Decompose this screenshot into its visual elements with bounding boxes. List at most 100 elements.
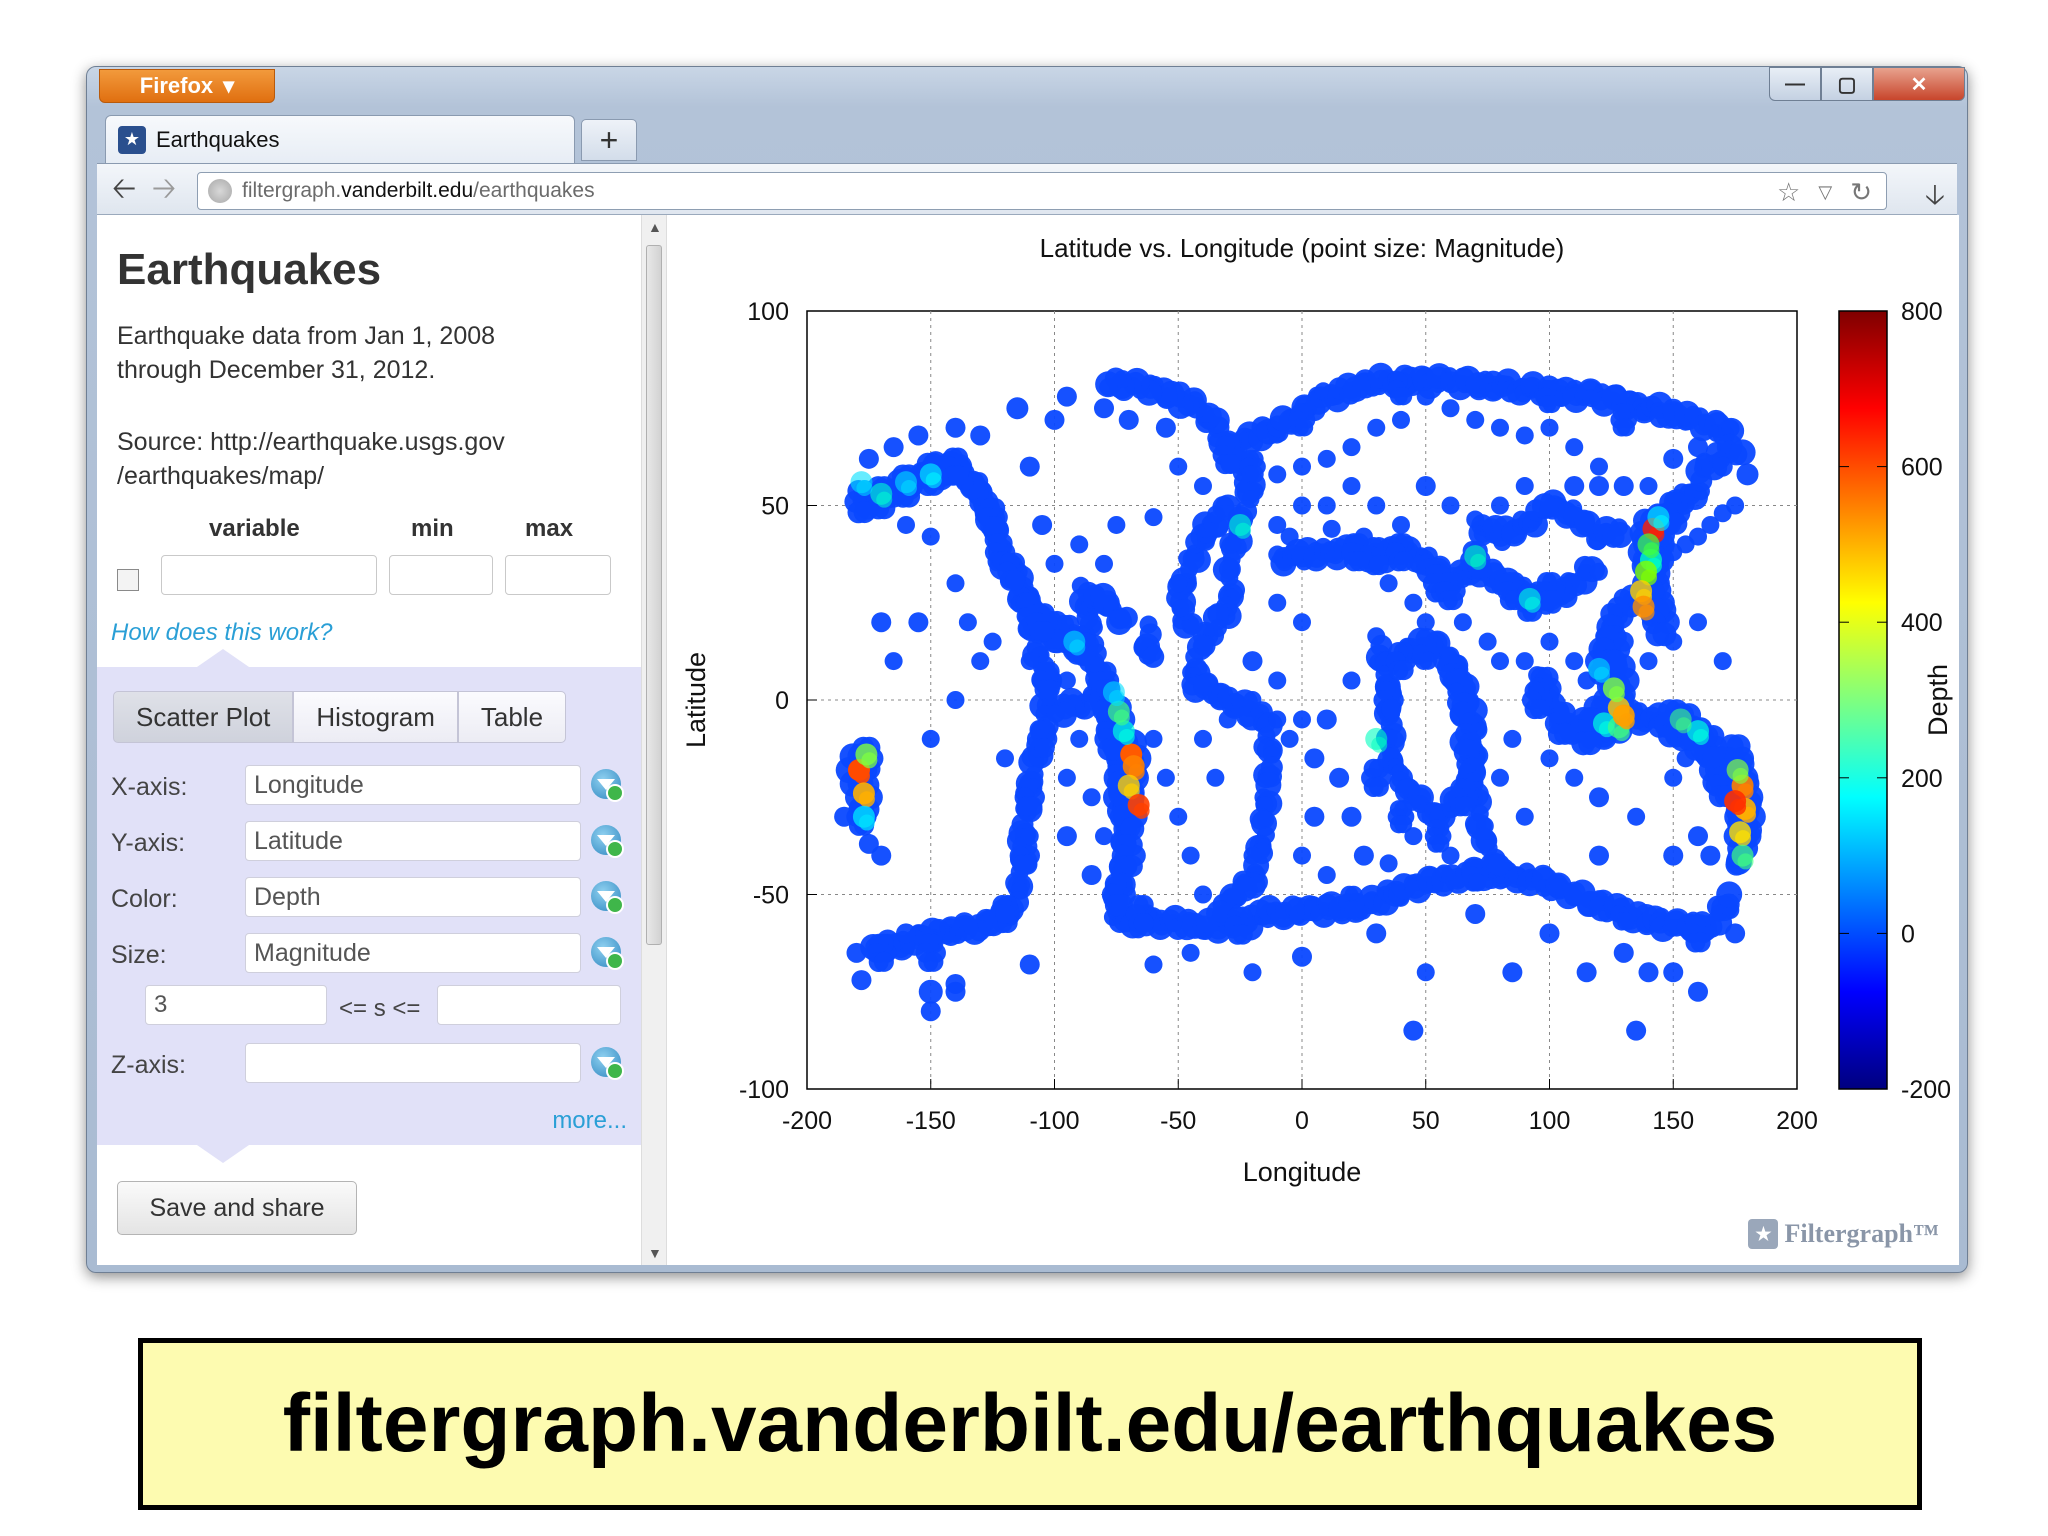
filter-header-min: min (411, 515, 454, 542)
scroll-down-icon[interactable]: ▼ (648, 1245, 662, 1261)
more-options-link[interactable]: more... (552, 1107, 627, 1135)
data-point-deep (925, 472, 942, 489)
navigation-bar: 🡠 🡢 filtergraph. vanderbilt.edu/earthquak… (97, 163, 1957, 215)
x-axis-input[interactable]: Longitude (245, 765, 581, 805)
data-point (1441, 846, 1460, 865)
data-point (1095, 554, 1113, 573)
chevron-down-icon: ▾ (223, 73, 235, 98)
data-point (1056, 386, 1077, 407)
y-axis-input[interactable]: Latitude (245, 821, 581, 861)
data-point-deep (1113, 709, 1130, 726)
new-tab-button[interactable]: + (581, 119, 637, 161)
size-label: Size: (111, 941, 167, 969)
data-point (1020, 652, 1039, 671)
colorbar-tick-label: 800 (1901, 298, 1943, 326)
filter-variable-input[interactable] (161, 555, 377, 595)
help-link[interactable]: How does this work? (111, 619, 332, 647)
data-point (1144, 729, 1163, 748)
colorbar-tick-label: 400 (1901, 609, 1943, 637)
data-point (1589, 845, 1609, 866)
data-point (1342, 671, 1361, 690)
page-content: Earthquakes Earthquake data from Jan 1, … (97, 215, 1959, 1265)
filter-min-input[interactable] (389, 555, 493, 595)
data-point (846, 942, 867, 963)
url-bar-icons: ☆ ▽ ↻ (1777, 177, 1872, 208)
panel-notch-top (197, 649, 249, 667)
minimize-icon[interactable]: — (1769, 67, 1821, 101)
add-filter-color-icon[interactable] (591, 881, 624, 914)
data-point (1515, 807, 1534, 826)
data-point (1453, 613, 1472, 632)
data-point-deep (1730, 798, 1747, 815)
data-point (1565, 652, 1584, 671)
save-and-share-button[interactable]: Save and share (117, 1181, 357, 1235)
colorbar-tick-label: 200 (1901, 765, 1943, 793)
add-filter-x-icon[interactable] (591, 769, 624, 802)
tab-table[interactable]: Table (457, 691, 567, 743)
y-axis-label: Y-axis: (111, 829, 186, 857)
data-point (1578, 731, 1603, 756)
source-line-1: Source: http://earthquake.usgs.gov (117, 428, 505, 456)
back-arrow-icon[interactable]: 🡠 (107, 172, 141, 208)
data-point (1095, 827, 1113, 846)
data-point (1169, 574, 1188, 593)
add-filter-y-icon[interactable] (591, 825, 624, 858)
data-point (1368, 555, 1389, 576)
close-icon[interactable]: ✕ (1873, 67, 1965, 101)
data-point (908, 612, 929, 633)
color-input[interactable]: Depth (245, 877, 581, 917)
data-point (1368, 776, 1389, 797)
data-point (918, 979, 943, 1004)
scatter-plot-area: -200 -150 -100 -50 0 50 100 150 200 100 50 0 -50 -100… (677, 215, 1959, 1265)
tab-scatter-plot[interactable]: Scatter Plot (113, 691, 294, 743)
data-point-deep (876, 491, 893, 508)
data-point (1616, 912, 1635, 931)
tab-histogram[interactable]: Histogram (293, 691, 458, 743)
data-point (1613, 476, 1634, 497)
data-point (946, 574, 965, 593)
data-point (1019, 954, 1040, 975)
data-point-deep (1737, 853, 1754, 870)
url-bar[interactable]: filtergraph. vanderbilt.edu/earthquakes ☆… (197, 172, 1887, 210)
size-min-input[interactable]: 3 (145, 985, 327, 1025)
data-point (921, 527, 940, 546)
data-point (1081, 865, 1102, 886)
url-domain: vanderbilt.edu (341, 179, 474, 202)
maximize-icon[interactable]: ▢ (1821, 67, 1873, 101)
data-point (1034, 737, 1055, 758)
history-dropdown-icon[interactable]: ▽ (1818, 177, 1832, 208)
scroll-up-icon[interactable]: ▲ (648, 219, 662, 235)
scrollbar-thumb[interactable] (646, 245, 662, 945)
firefox-menu-button[interactable]: Firefox ▾ (99, 69, 275, 103)
data-point (1194, 885, 1212, 904)
sidebar-scrollbar[interactable]: ▲ ▼ (641, 215, 667, 1265)
data-point (897, 515, 915, 534)
add-filter-size-icon[interactable] (591, 937, 624, 970)
browser-tab[interactable]: ★ Earthquakes (105, 115, 575, 163)
data-point (1045, 554, 1064, 573)
data-point (1392, 515, 1410, 534)
data-point (995, 903, 1015, 924)
filter-max-input[interactable] (505, 555, 611, 595)
data-point (1293, 710, 1311, 729)
reload-icon[interactable]: ↻ (1850, 177, 1872, 208)
data-point (1142, 645, 1165, 668)
size-max-input[interactable] (437, 985, 621, 1025)
data-point (1155, 417, 1176, 438)
z-axis-input[interactable] (245, 1043, 581, 1083)
data-point (834, 806, 855, 827)
x-axis-label: Longitude (1243, 1157, 1362, 1187)
filter-checkbox[interactable] (117, 569, 139, 591)
bookmark-star-icon[interactable]: ☆ (1777, 177, 1800, 208)
data-point (1503, 729, 1522, 748)
forward-arrow-icon[interactable]: 🡢 (147, 172, 181, 208)
size-input[interactable]: Magnitude (245, 933, 581, 973)
data-point (1194, 729, 1212, 748)
data-point (1070, 729, 1089, 748)
data-point (1082, 788, 1101, 807)
data-point (1542, 590, 1563, 611)
add-filter-z-icon[interactable] (591, 1047, 624, 1080)
data-point (1663, 845, 1684, 866)
data-point (1539, 923, 1560, 944)
firefox-menu-label: Firefox (139, 73, 214, 98)
